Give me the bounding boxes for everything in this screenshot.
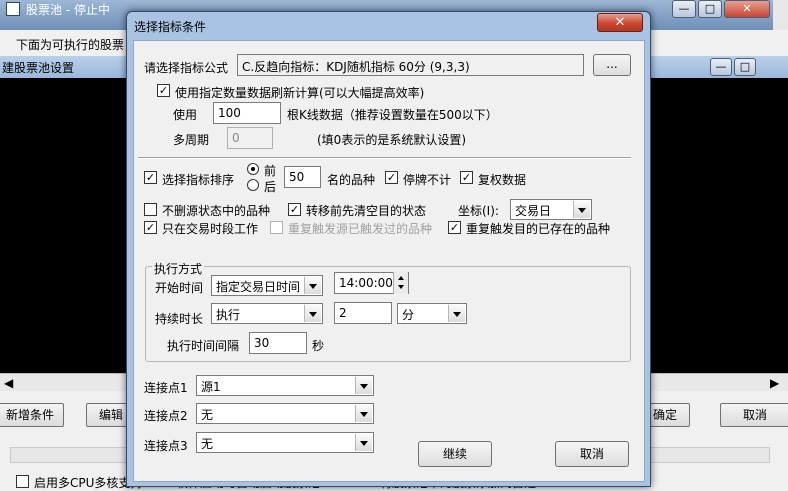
chevron-down-icon[interactable] — [573, 201, 590, 218]
duration-mode-select[interactable]: 执行 — [211, 303, 323, 324]
interval-input[interactable]: 30 — [249, 332, 307, 354]
duration-label: 持续时长 — [155, 312, 204, 326]
pool-minimize-icon[interactable]: — — [710, 58, 732, 76]
formula-field[interactable]: C.反趋向指标：KDJ随机指标 60分 (9,3,3) — [237, 54, 584, 76]
stock-panel-text: 下面为可执行的股票 — [16, 38, 125, 52]
trade-time-label: 只在交易时段工作 — [162, 222, 259, 236]
clear-target-checkbox[interactable]: ✓ — [288, 203, 301, 216]
clear-target-label: 转移前先清空目的状态 — [306, 204, 427, 218]
chevron-down-icon[interactable] — [355, 405, 372, 422]
sort-checkbox[interactable]: ✓ — [144, 171, 157, 184]
main-window-title: 股票池 - 停止中 — [26, 3, 110, 17]
radio-front[interactable] — [247, 163, 259, 175]
interval-label: 执行时间间隔 — [167, 339, 240, 353]
start-time-spinner[interactable] — [393, 272, 408, 294]
kline-label: 根K线数据（推荐设置数量在500以下） — [287, 108, 498, 122]
repeat-dst-checkbox[interactable]: ✓ — [448, 221, 461, 234]
use-count-checkbox[interactable]: ✓ — [157, 84, 170, 97]
conn3-value: 无 — [201, 437, 214, 451]
period-input[interactable]: 0 — [227, 127, 273, 149]
conn3-select[interactable]: 无 — [196, 432, 374, 453]
dialog-title: 选择指标条件 — [134, 20, 207, 34]
chevron-down-icon[interactable] — [355, 434, 372, 451]
duration-unit-value: 分 — [402, 308, 415, 322]
start-mode-select[interactable]: 指定交易日时间 — [211, 275, 323, 296]
duration-unit-select[interactable]: 分 — [397, 303, 467, 324]
repeat-src-label: 重复触发源已触发过的品种 — [288, 222, 433, 236]
continue-button[interactable]: 继续 — [418, 441, 492, 467]
start-mode-value: 指定交易日时间 — [216, 280, 301, 294]
use-count-label: 使用指定数量数据刷新计算(可以大幅提高效率) — [175, 86, 425, 100]
sort-count-input[interactable]: 50 — [284, 166, 321, 188]
pool-settings-title: 建股票池设置 — [2, 61, 75, 75]
rank-label: 名的品种 — [327, 173, 376, 187]
start-time-label: 开始时间 — [155, 281, 204, 295]
chevron-down-icon[interactable] — [304, 277, 321, 294]
coord-label: 坐标(I): — [458, 204, 499, 218]
chevron-down-icon[interactable] — [355, 377, 372, 394]
conn3-label: 连接点3 — [144, 439, 188, 453]
formula-browse-button[interactable]: ... — [593, 54, 631, 76]
chevron-down-icon[interactable] — [304, 305, 321, 322]
pool-maximize-icon[interactable]: □ — [734, 58, 756, 76]
suspend-checkbox[interactable]: ✓ — [385, 171, 398, 184]
multicore-checkbox[interactable] — [16, 475, 29, 488]
conn1-value: 源1 — [201, 380, 221, 394]
add-condition-button[interactable]: 新增条件 — [0, 403, 64, 427]
exec-group-label: 执行方式 — [152, 260, 205, 277]
use-count-input[interactable]: 100 — [213, 102, 281, 124]
trade-time-checkbox[interactable]: ✓ — [144, 221, 157, 234]
maximize-icon[interactable]: □ — [698, 0, 722, 18]
conn1-select[interactable]: 源1 — [196, 375, 374, 396]
use-label: 使用 — [173, 108, 198, 122]
suspend-label: 停牌不计 — [403, 173, 452, 187]
radio-back-label: 后 — [264, 180, 277, 194]
adjust-checkbox[interactable]: ✓ — [460, 171, 473, 184]
coord-select-value: 交易日 — [515, 204, 552, 218]
bg-cancel-button[interactable]: 取消 — [720, 403, 788, 427]
conn1-label: 连接点1 — [144, 381, 188, 395]
repeat-src-checkbox[interactable] — [270, 221, 283, 234]
adjust-label: 复权数据 — [478, 173, 527, 187]
close-icon[interactable]: ✕ — [724, 0, 770, 18]
radio-front-label: 前 — [264, 164, 277, 178]
coord-select[interactable]: 交易日 — [510, 199, 592, 220]
period-hint: (填0表示的是系统默认设置) — [317, 133, 466, 147]
divider — [138, 157, 631, 159]
repeat-dst-label: 重复触发目的已存在的品种 — [466, 222, 611, 236]
minimize-icon[interactable]: — — [672, 0, 696, 18]
app-icon — [6, 2, 20, 16]
radio-back[interactable] — [247, 179, 259, 191]
conn2-label: 连接点2 — [144, 409, 188, 423]
formula-label: 请选择指标公式 — [144, 61, 229, 75]
interval-unit: 秒 — [312, 339, 325, 353]
duration-mode-value: 执行 — [216, 308, 241, 322]
no-delete-label: 不删源状态中的品种 — [162, 204, 271, 218]
conn2-select[interactable]: 无 — [196, 403, 374, 424]
duration-input[interactable]: 2 — [334, 302, 392, 324]
sort-label: 选择指标排序 — [162, 173, 235, 187]
chevron-down-icon[interactable] — [448, 305, 465, 322]
dialog-close-icon[interactable]: ✕ — [597, 13, 643, 32]
conn2-value: 无 — [201, 408, 214, 422]
no-delete-checkbox[interactable] — [144, 203, 157, 216]
period-label: 多周期 — [173, 133, 210, 147]
cancel-button[interactable]: 取消 — [555, 441, 629, 467]
